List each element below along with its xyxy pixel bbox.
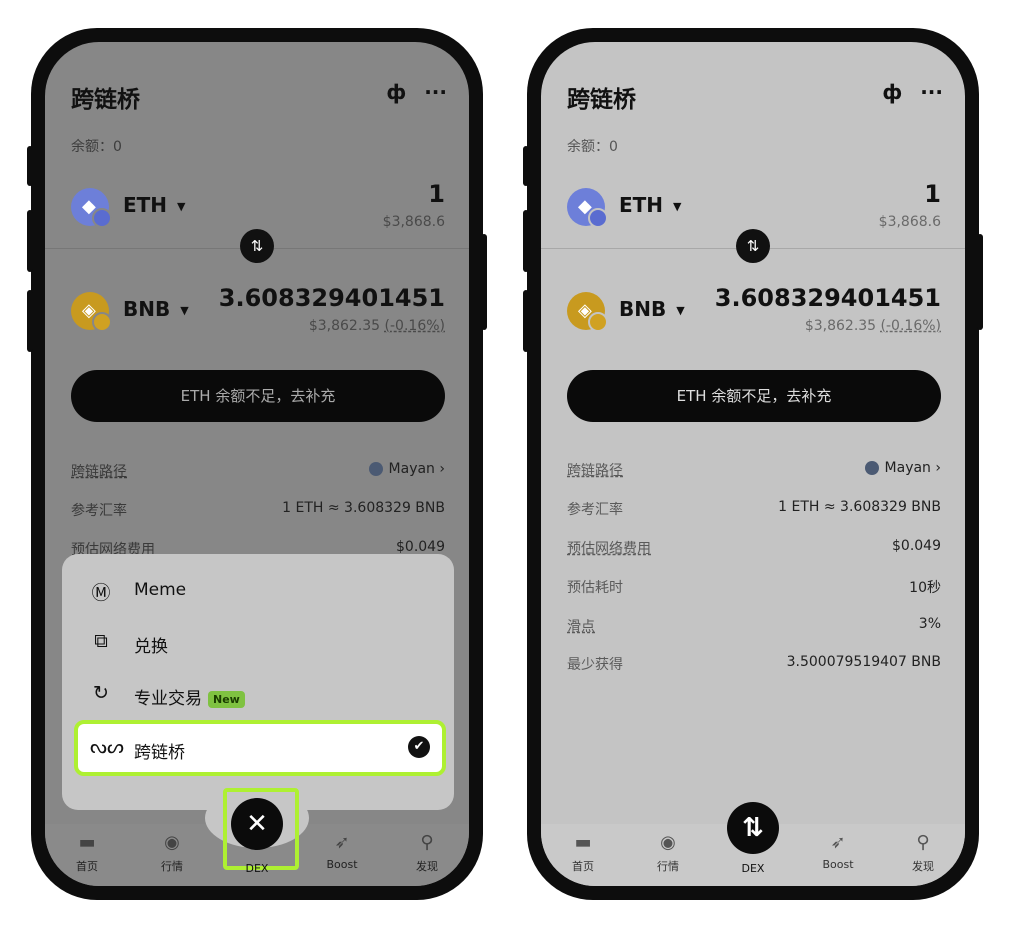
tab-home[interactable]: ▬ 首页 [57,832,117,874]
chevron-right-icon: › [439,461,445,477]
close-icon[interactable]: ✕ [231,798,283,850]
to-token-select[interactable]: BNB ▼ [619,297,685,321]
screen-left: 跨链桥 ф ··· 余额：0 ◆ ETH ▼ 1 $3,868.6 ⇅ ◈ BNB… [45,42,469,886]
chevron-right-icon: › [935,460,941,476]
check-icon: ✔ [408,736,430,758]
wallet-icon: ▬ [78,832,96,853]
eth-icon: ◆ [567,188,608,228]
detail-slippage[interactable]: 滑点 3% [567,616,941,636]
chart-candle-icon[interactable]: ф [882,82,902,102]
tab-discover[interactable]: ⚲ 发现 [397,832,457,874]
to-fiat: $3,862.35 (-0.16%) [804,318,941,334]
detail-min-received: 最少获得 3.500079519407 BNB [567,654,941,673]
tab-boost[interactable]: ➶ Boost [808,832,868,871]
dex-swap-icon[interactable]: ⇅ [727,802,779,854]
market-icon: ◉ [164,832,180,853]
page-title: 跨链桥 [71,87,140,113]
more-icon[interactable]: ··· [920,82,943,102]
tab-home[interactable]: ▬ 首页 [553,832,613,874]
menu-item-pro-trade[interactable]: ↻ 专业交易 New [88,676,428,716]
deposit-button[interactable]: ETH 余额不足，去补充 [71,370,445,422]
more-icon[interactable]: ··· [424,82,447,102]
tab-dex-label: DEX [245,862,269,875]
from-fiat: $3,868.6 [878,214,941,230]
screen-right: 跨链桥 ф ··· 余额：0 ◆ ETH ▼ 1 $3,868.6 ⇅ ◈ BNB… [541,42,965,886]
to-token-row: ◈ BNB ▼ 3.608329401451 $3,862.35 (-0.16%) [71,284,445,352]
from-amount[interactable]: 1 [428,180,445,208]
detail-route[interactable]: 跨链路径 Mayan › [567,460,941,480]
dex-menu: Ⓜ Meme ⧉ 兑换 ↻ 专业交易 New ᔓᔕ 跨链桥 ✔ [62,554,454,810]
eth-icon: ◆ [71,188,112,228]
detail-time: 预估耗时 10秒 [567,580,941,596]
menu-item-meme[interactable]: Ⓜ Meme [88,572,428,612]
to-amount: 3.608329401451 [714,284,941,312]
to-token-select[interactable]: BNB ▼ [123,297,189,321]
detail-fee: 预估网络费用 $0.049 [567,538,941,557]
from-token-select[interactable]: ETH ▼ [619,193,682,217]
mayan-icon [864,461,879,475]
meme-icon: Ⓜ [91,582,111,604]
tab-market[interactable]: ◉ 行情 [638,832,698,874]
swap-direction-icon[interactable]: ⇅ [736,229,770,263]
phone-left: 跨链桥 ф ··· 余额：0 ◆ ETH ▼ 1 $3,868.6 ⇅ ◈ BNB… [27,28,487,900]
swap-direction-icon[interactable]: ⇅ [240,229,274,263]
bnb-icon: ◈ [71,292,112,332]
from-fiat: $3,868.6 [382,214,445,230]
menu-item-bridge[interactable]: ᔓᔕ 跨链桥 ✔ [74,720,446,776]
page-title: 跨链桥 [567,87,636,113]
to-token-row: ◈ BNB ▼ 3.608329401451 $3,862.35 (-0.16%) [567,284,941,352]
from-token-select[interactable]: ETH ▼ [123,193,186,217]
balance-text: 余额：0 [567,139,618,155]
chart-candle-icon[interactable]: ф [386,82,406,102]
wallet-icon: ▬ [574,832,592,853]
tab-boost[interactable]: ➶ Boost [312,832,372,871]
menu-item-swap[interactable]: ⧉ 兑换 [88,624,428,664]
mayan-icon [368,462,383,476]
rocket-icon: ➶ [334,832,350,853]
tab-market[interactable]: ◉ 行情 [142,832,202,874]
to-fiat: $3,862.35 (-0.16%) [308,318,445,334]
telescope-icon: ⚲ [916,832,930,853]
rocket-icon: ➶ [830,832,846,853]
from-amount[interactable]: 1 [924,180,941,208]
telescope-icon: ⚲ [420,832,434,853]
market-icon: ◉ [660,832,676,853]
to-amount: 3.608329401451 [218,284,445,312]
deposit-button[interactable]: ETH 余额不足，去补充 [567,370,941,422]
bridge-icon: ᔓᔕ [90,736,124,758]
balance-text: 余额：0 [71,139,122,155]
detail-route[interactable]: 跨链路径 Mayan › [71,461,445,481]
bnb-icon: ◈ [567,292,608,332]
detail-rate: 参考汇率 1 ETH ≈ 3.608329 BNB [567,499,941,518]
new-badge: New [208,690,245,708]
pro-trade-icon: ↻ [93,682,109,704]
swap-icon: ⧉ [94,630,108,652]
tab-dex-label[interactable]: DEX [727,862,779,875]
detail-rate: 参考汇率 1 ETH ≈ 3.608329 BNB [71,500,445,519]
tab-discover[interactable]: ⚲ 发现 [893,832,953,874]
phone-right: 跨链桥 ф ··· 余额：0 ◆ ETH ▼ 1 $3,868.6 ⇅ ◈ BNB… [523,28,983,900]
